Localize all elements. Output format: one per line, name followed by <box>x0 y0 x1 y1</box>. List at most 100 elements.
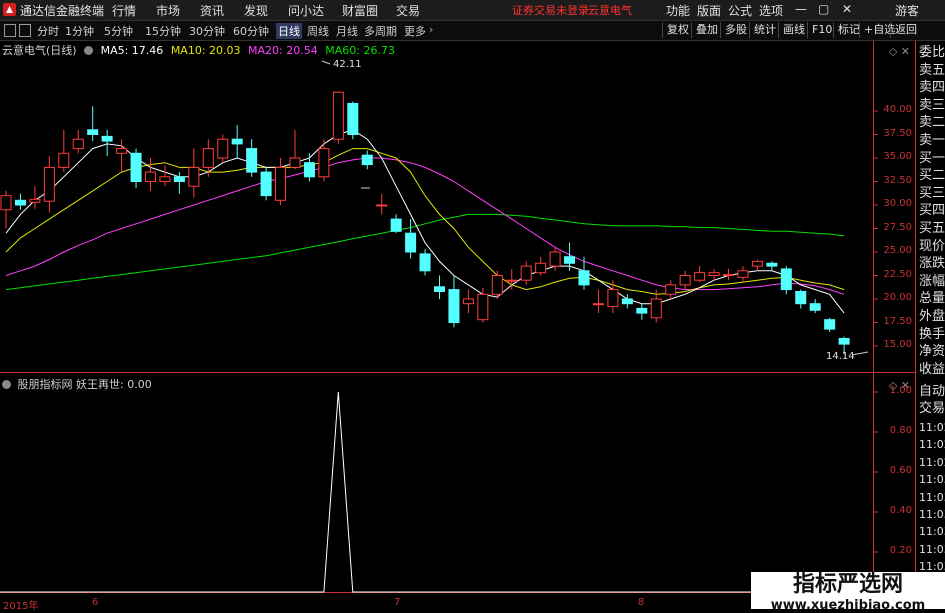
quote-label[interactable]: 买四 <box>919 203 945 219</box>
y-tick-label: 35.00 <box>883 151 912 162</box>
candle <box>376 193 388 215</box>
candle <box>275 158 287 205</box>
indicator-y-tick-label: 0.40 <box>889 505 912 516</box>
candle <box>43 156 55 213</box>
stock-name[interactable]: 云意电气(日线) <box>2 44 77 57</box>
y-tick-label: 15.00 <box>883 339 912 350</box>
candle <box>737 266 749 283</box>
indicator-y-tick-label: 0.80 <box>889 425 912 436</box>
ma5-label: MA5: 17.46 <box>100 44 164 57</box>
quote-label[interactable]: 卖二 <box>919 115 945 131</box>
candle <box>751 259 763 271</box>
candle <box>607 280 619 314</box>
candle <box>578 256 590 290</box>
candle <box>72 129 84 154</box>
candle <box>636 303 648 320</box>
y-tick-label: 37.50 <box>883 127 912 139</box>
tick-time: 11:02 <box>919 438 945 452</box>
y-tick-label: 30.00 <box>883 198 912 209</box>
quote-label[interactable]: 净资 <box>919 344 945 360</box>
x-label-2015: 2015年 <box>3 601 39 612</box>
indicator-legend: 股朋指标网 妖王再世: 0.00 <box>2 376 152 392</box>
candle <box>491 270 503 299</box>
candle <box>217 134 229 163</box>
quote-side-panel: 委比卖五 卖四卖三 卖二卖一买一 买二买三 买四买五现价 涨跌涨幅 总量外盘换手 净资收益自动… <box>916 41 945 609</box>
quote-label[interactable]: 涨跌 <box>919 256 945 272</box>
auto-trade-label[interactable]: 自动 <box>919 384 945 400</box>
candle <box>390 214 402 234</box>
x-label-8: 8 <box>638 597 645 608</box>
quote-label[interactable]: 收益 <box>919 362 945 378</box>
expand-icon[interactable]: ◇ ✕ <box>889 45 910 58</box>
candle <box>145 158 156 191</box>
main-legend: 云意电气(日线) MA5: 17.46 MA10: 20.03 MA20: 20… <box>2 42 399 58</box>
candle <box>87 106 99 142</box>
candle <box>520 261 532 285</box>
candle <box>260 167 272 201</box>
tick-time: 11:03 <box>919 542 945 556</box>
quote-label[interactable]: 总量 <box>919 291 945 307</box>
candle <box>535 256 547 276</box>
indicator-y-tick-label: 1.00 <box>889 385 912 396</box>
indicator-name[interactable]: 股朋指标网 <box>18 378 73 391</box>
candle <box>159 165 171 187</box>
candle <box>694 266 706 283</box>
quote-label[interactable]: 换手 <box>919 327 945 343</box>
quote-label[interactable]: 买五 <box>919 221 945 237</box>
tick-time: 11:03 <box>919 525 945 539</box>
candle <box>405 219 417 259</box>
candle <box>130 148 142 189</box>
kline-chart[interactable]: 42.11 14.14 <box>0 0 945 609</box>
candle <box>477 287 489 323</box>
watermark-url: www.xuezhibiao.com <box>770 598 926 613</box>
tick-time: 11:03 <box>919 473 945 487</box>
quote-label[interactable]: 卖五 <box>919 63 945 79</box>
quote-label[interactable]: 委比 <box>919 45 945 61</box>
y-tick-label: 40.00 <box>883 104 912 115</box>
legend-dropdown-icon[interactable] <box>84 45 94 55</box>
candle <box>795 289 807 309</box>
candle <box>14 193 26 210</box>
candle <box>116 139 128 173</box>
y-tick-label: 20.00 <box>883 292 912 303</box>
candle <box>679 270 691 290</box>
candle <box>824 317 836 332</box>
high-annotation: 42.11 <box>333 59 362 70</box>
candle <box>0 190 12 229</box>
tick-time: 11:02 <box>919 455 945 469</box>
candle <box>101 129 113 157</box>
auto-trade-label[interactable]: 交易 <box>919 401 945 417</box>
indicator-y-tick-label: 0.20 <box>889 545 912 556</box>
x-label-7: 7 <box>394 597 401 608</box>
quote-label[interactable]: 买三 <box>919 186 945 202</box>
quote-label[interactable]: 卖三 <box>919 98 945 114</box>
tick-time: 11:03 <box>919 508 945 521</box>
indicator-dropdown-icon[interactable] <box>2 379 11 389</box>
candle <box>246 139 258 177</box>
quote-label[interactable]: 现价 <box>919 239 945 255</box>
y-tick-label: 27.50 <box>883 221 912 233</box>
candle <box>592 289 604 314</box>
candle <box>766 261 778 271</box>
quote-label[interactable]: 卖四 <box>919 80 945 96</box>
ma10-label: MA10: 20.03 <box>170 44 241 57</box>
ma20-label: MA20: 20.54 <box>248 44 318 57</box>
quote-label[interactable]: 卖一 <box>919 133 945 149</box>
candle <box>289 129 301 170</box>
candle <box>188 148 200 198</box>
quote-label[interactable]: 买一 <box>919 151 945 167</box>
candle <box>723 268 734 281</box>
ma60-label: MA60: 26.73 <box>325 44 395 57</box>
low-annotation: 14.14 <box>826 351 855 362</box>
quote-label[interactable]: 买二 <box>919 168 945 184</box>
quote-label[interactable]: 外盘 <box>919 309 945 325</box>
quote-label[interactable]: 涨幅 <box>919 274 945 290</box>
y-tick-label: 25.00 <box>883 245 912 256</box>
candle <box>318 139 330 182</box>
indicator-series-line <box>0 391 873 593</box>
candle <box>332 91 344 144</box>
candle <box>809 299 821 314</box>
candle <box>434 275 445 299</box>
candle <box>419 249 431 276</box>
y-tick-label: 32.50 <box>883 174 912 186</box>
